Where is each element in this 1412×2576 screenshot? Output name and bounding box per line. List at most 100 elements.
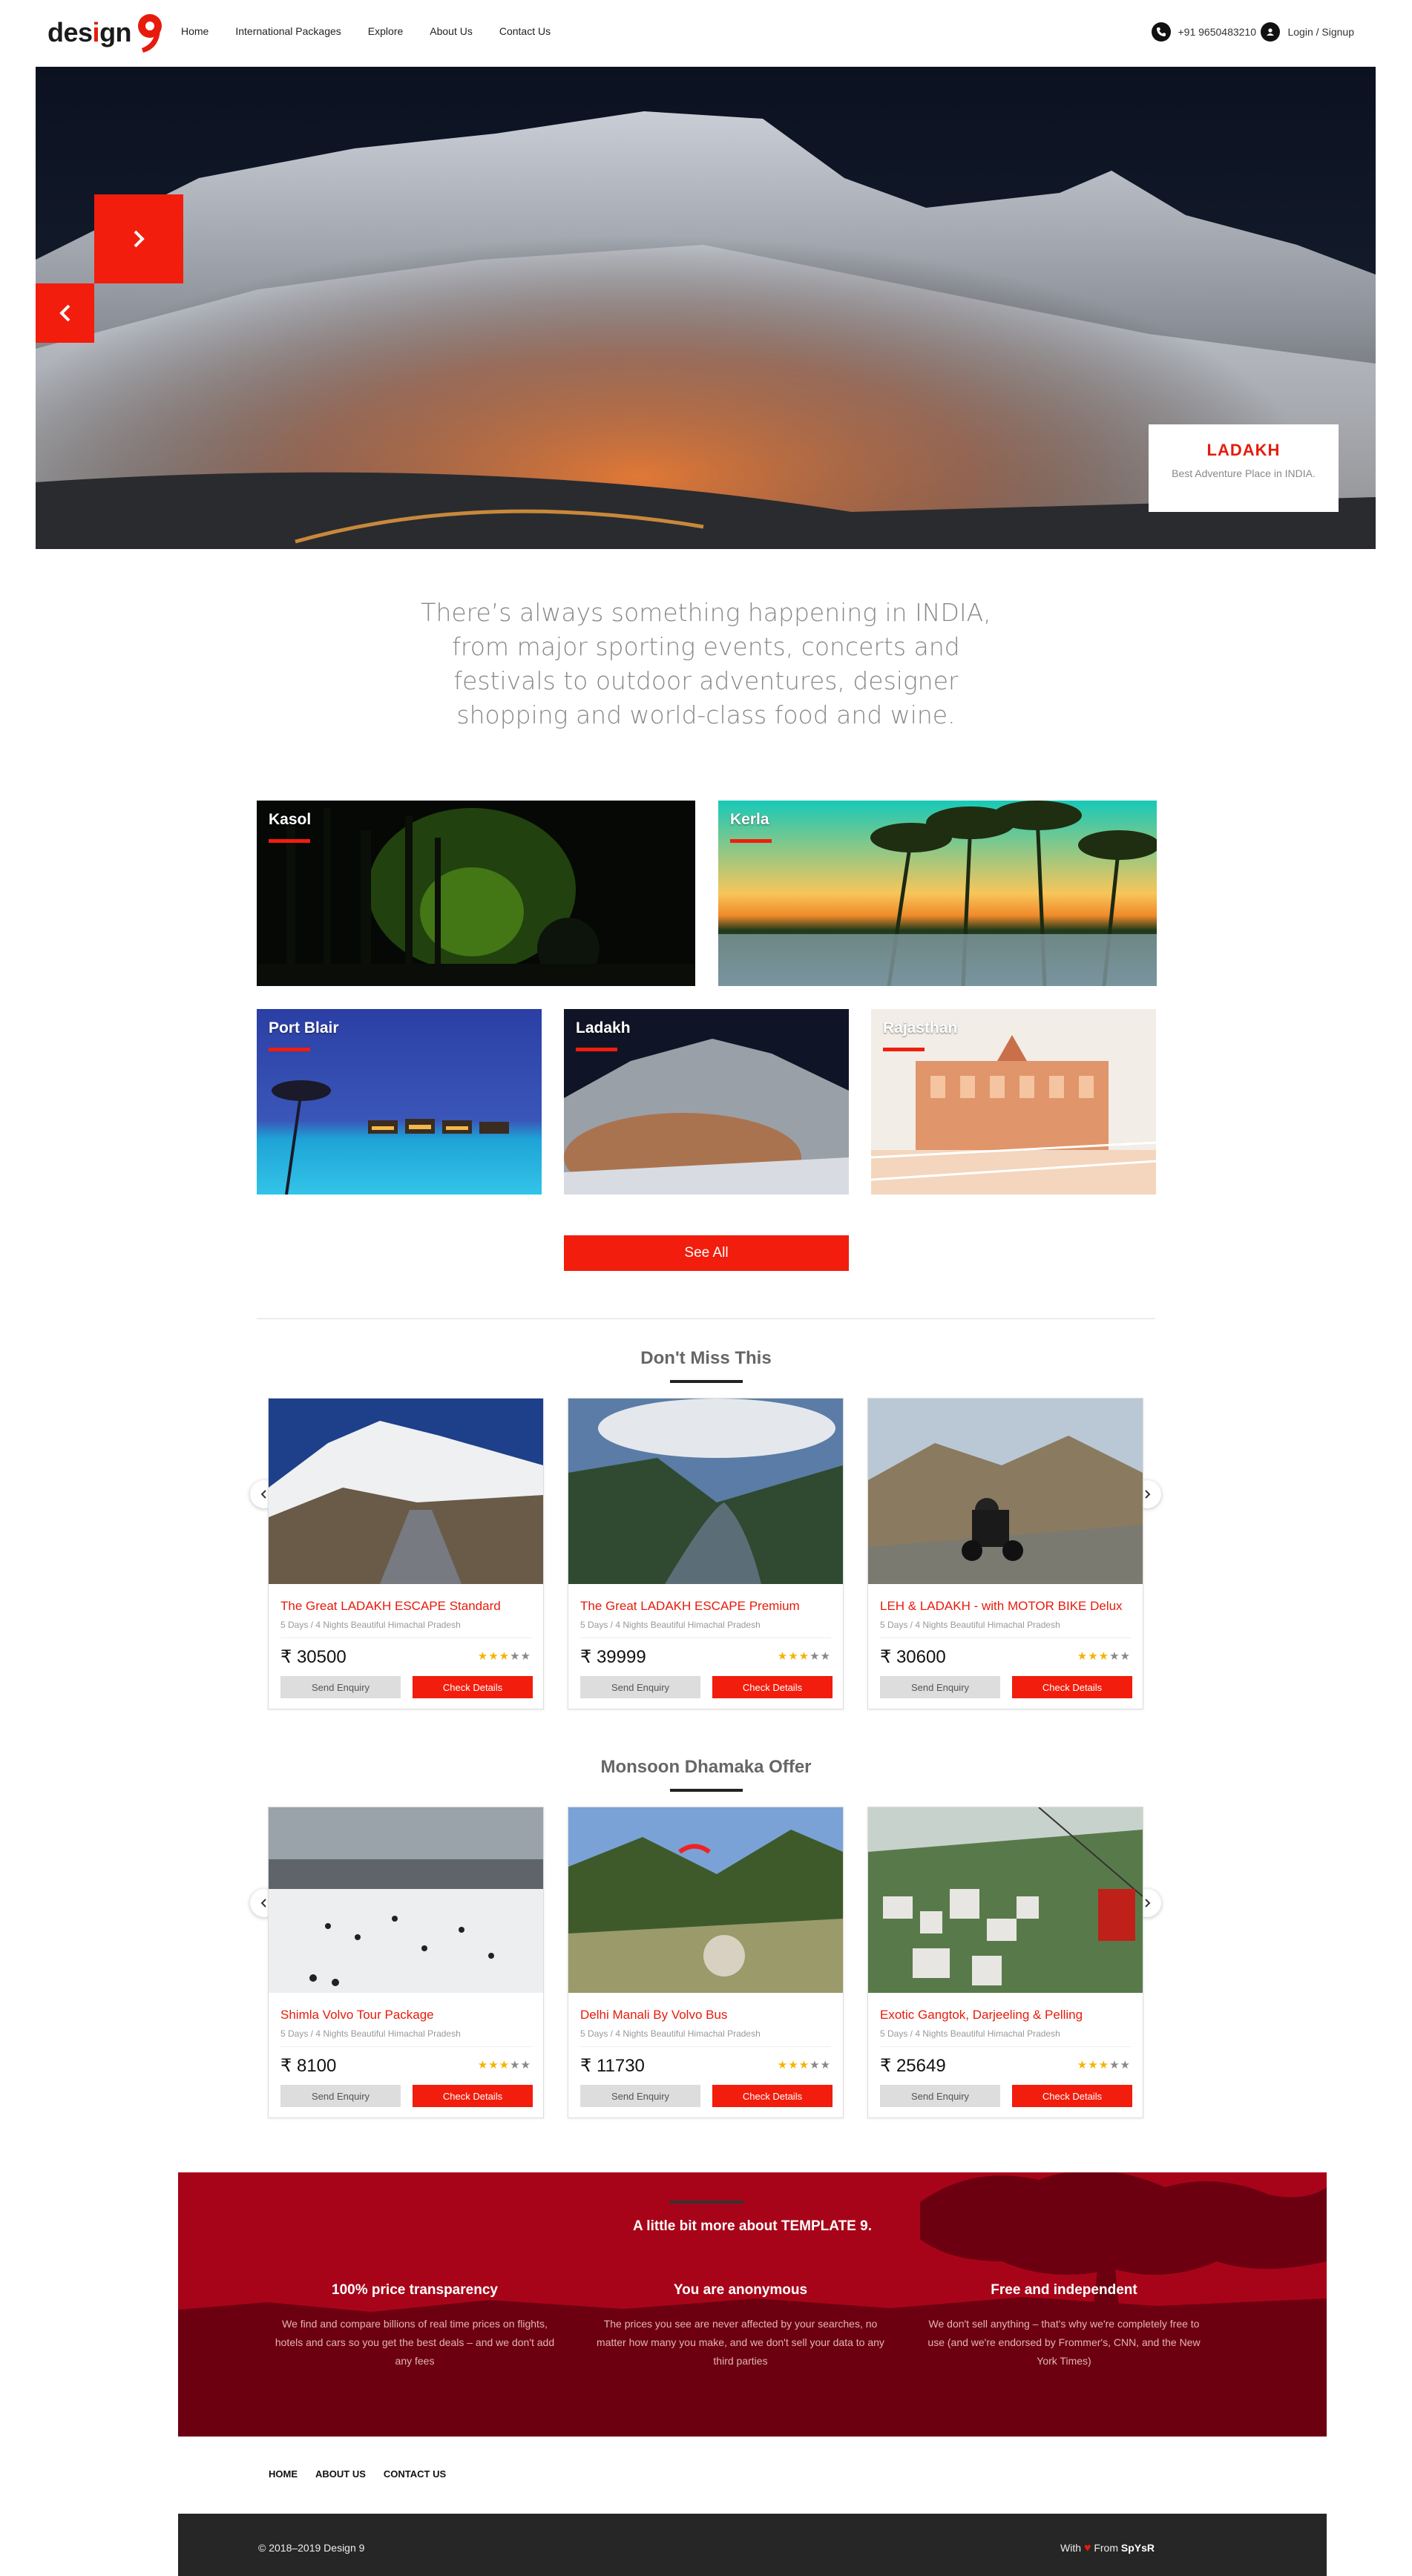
package-card[interactable]: Exotic Gangtok, Darjeeling & Pelling 5 D…: [867, 1807, 1143, 2118]
rating-stars: ★★★★★: [1077, 2058, 1131, 2071]
phone-number: +91 9650483210: [1178, 26, 1257, 38]
package-price: ₹ 8100: [280, 2056, 337, 2076]
nav-contact-us[interactable]: Contact Us: [499, 25, 551, 37]
package-duration: 5 Days / 4 Nights Beautiful Himachal Pra…: [280, 1620, 461, 1630]
hero-caption-title: LADAKH: [1206, 441, 1281, 459]
package-card[interactable]: Shimla Volvo Tour Package 5 Days / 4 Nig…: [268, 1807, 544, 2118]
about-section: A little bit more about TEMPLATE 9. 100%…: [178, 2172, 1327, 2437]
logo[interactable]: design: [47, 10, 167, 55]
destination-label: Port Blair: [269, 1019, 339, 1036]
package-price: ₹ 30500: [280, 1647, 347, 1667]
section-title-underline: [670, 1789, 743, 1792]
package-card[interactable]: LEH & LADAKH - with MOTOR BIKE Delux 5 D…: [867, 1398, 1143, 1709]
footer-link-home[interactable]: HOME: [269, 2468, 298, 2480]
author-name[interactable]: SpYsR: [1121, 2542, 1155, 2554]
made-with-love: With ♥ From SpYsR: [1060, 2542, 1155, 2555]
destination-label: Rajasthan: [883, 1019, 958, 1036]
package-card[interactable]: The Great LADAKH ESCAPE Premium 5 Days /…: [568, 1398, 844, 1709]
card-divider: [580, 2046, 831, 2047]
feature-description: The prices you see are never affected by…: [597, 2318, 884, 2367]
rating-stars: ★★★★★: [1077, 1649, 1131, 1663]
feature-anonymous: You are anonymous The prices you see are…: [596, 2282, 885, 2370]
heart-icon: ♥: [1083, 2542, 1091, 2554]
package-title[interactable]: Shimla Volvo Tour Package: [280, 2008, 536, 2023]
section-title-dont-miss: Don't Miss This: [640, 1348, 772, 1368]
phone-icon: [1151, 22, 1171, 42]
phone-contact[interactable]: +91 9650483210: [1151, 22, 1257, 42]
destination-underline: [730, 839, 772, 843]
rating-stars: ★★★★★: [477, 1649, 531, 1663]
login-label: Login / Signup: [1287, 26, 1354, 38]
package-price: ₹ 11730: [580, 2056, 645, 2076]
check-details-button[interactable]: Check Details: [1012, 1676, 1132, 1698]
footer-bar: © 2018–2019 Design 9 With ♥ From SpYsR: [178, 2514, 1327, 2576]
page: { "header": { "logo_text": "design", "lo…: [0, 0, 1412, 2576]
destination-tile-rajasthan[interactable]: Rajasthan: [871, 1009, 1156, 1195]
destination-tile-kerla[interactable]: Kerla: [718, 801, 1157, 986]
login-signup-link[interactable]: Login / Signup: [1261, 22, 1354, 42]
feature-title: You are anonymous: [673, 2282, 808, 2298]
chevron-right-icon: [1145, 1490, 1151, 1499]
package-title[interactable]: The Great LADAKH ESCAPE Premium: [580, 1599, 836, 1614]
rating-stars: ★★★★★: [777, 2058, 831, 2071]
nav-international-packages[interactable]: International Packages: [235, 25, 341, 37]
check-details-button[interactable]: Check Details: [712, 1676, 833, 1698]
check-details-button[interactable]: Check Details: [1012, 2085, 1132, 2107]
package-image: [568, 1807, 843, 1993]
destination-underline: [269, 1048, 310, 1051]
send-enquiry-button[interactable]: Send Enquiry: [280, 2085, 401, 2107]
package-duration: 5 Days / 4 Nights Beautiful Himachal Pra…: [280, 2028, 461, 2039]
package-image: [568, 1399, 843, 1584]
destination-label: Kasol: [269, 811, 312, 828]
package-title[interactable]: Exotic Gangtok, Darjeeling & Pelling: [880, 2008, 1136, 2023]
feature-description: We don't sell anything – that's why we'r…: [927, 2318, 1201, 2367]
slider-next-button[interactable]: [94, 194, 183, 283]
destination-tile-port-blair[interactable]: Port Blair: [257, 1009, 542, 1195]
destination-label: Kerla: [730, 811, 769, 828]
destination-image: [257, 801, 695, 986]
destination-tile-kasol[interactable]: Kasol: [257, 801, 695, 986]
send-enquiry-button[interactable]: Send Enquiry: [580, 2085, 700, 2107]
check-details-button[interactable]: Check Details: [413, 1676, 533, 1698]
check-details-button[interactable]: Check Details: [413, 2085, 533, 2107]
chevron-right-icon: [134, 230, 145, 248]
nav-explore[interactable]: Explore: [368, 25, 403, 37]
footer-link-contact-us[interactable]: CONTACT US: [384, 2468, 446, 2480]
logo-text: design: [47, 17, 132, 47]
nav-home[interactable]: Home: [181, 25, 208, 37]
destination-tile-ladakh[interactable]: Ladakh: [564, 1009, 849, 1195]
send-enquiry-button[interactable]: Send Enquiry: [880, 2085, 1000, 2107]
package-duration: 5 Days / 4 Nights Beautiful Himachal Pra…: [580, 2028, 761, 2039]
section-divider: [257, 1318, 1155, 1319]
feature-title: 100% price transparency: [332, 2282, 498, 2298]
hero-slider: LADAKH Best Adventure Place in INDIA.: [36, 67, 1376, 549]
section-title-monsoon: Monsoon Dhamaka Offer: [600, 1757, 812, 1777]
package-card[interactable]: Delhi Manali By Volvo Bus 5 Days / 4 Nig…: [568, 1807, 844, 2118]
slider-prev-button[interactable]: [36, 283, 94, 343]
package-title[interactable]: The Great LADAKH ESCAPE Standard: [280, 1599, 536, 1614]
check-details-button[interactable]: Check Details: [712, 2085, 833, 2107]
send-enquiry-button[interactable]: Send Enquiry: [280, 1676, 401, 1698]
package-image: [868, 1807, 1143, 1993]
destination-underline: [883, 1048, 925, 1051]
package-price: ₹ 39999: [580, 1647, 646, 1667]
send-enquiry-button[interactable]: Send Enquiry: [880, 1676, 1000, 1698]
package-image: [269, 1399, 543, 1584]
nav-about-us[interactable]: About Us: [430, 25, 473, 37]
main-nav: Home International Packages Explore Abou…: [181, 25, 577, 37]
see-all-button[interactable]: See All: [564, 1235, 849, 1271]
destination-underline: [576, 1048, 617, 1051]
rating-stars: ★★★★★: [777, 1649, 831, 1663]
package-title[interactable]: LEH & LADAKH - with MOTOR BIKE Delux: [880, 1599, 1136, 1614]
package-card[interactable]: The Great LADAKH ESCAPE Standard 5 Days …: [268, 1398, 544, 1709]
feature-title: Free and independent: [991, 2282, 1137, 2298]
chevron-left-icon: [59, 304, 70, 322]
chevron-right-icon: [1145, 1899, 1151, 1908]
package-title[interactable]: Delhi Manali By Volvo Bus: [580, 2008, 836, 2023]
feature-free-independent: Free and independent We don't sell anyth…: [919, 2282, 1209, 2370]
card-divider: [280, 2046, 531, 2047]
footer-link-about-us[interactable]: ABOUT US: [315, 2468, 366, 2480]
about-heading-bar: [669, 2201, 743, 2204]
intro-text: There’s always something happening in IN…: [421, 598, 991, 729]
send-enquiry-button[interactable]: Send Enquiry: [580, 1676, 700, 1698]
